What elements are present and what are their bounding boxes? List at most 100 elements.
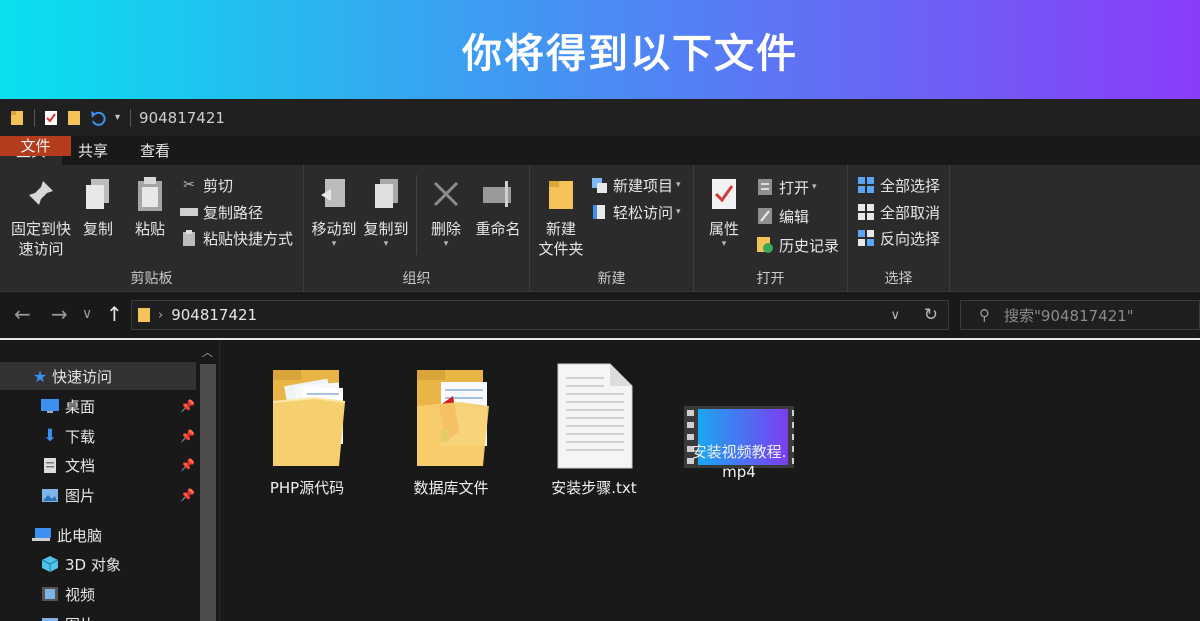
sidebar-item-videos[interactable]: 视频 (0, 580, 95, 608)
video-icon (40, 585, 60, 603)
edit-button[interactable]: 编辑 (756, 205, 809, 227)
sidebar-item-documents[interactable]: 文档 (0, 451, 95, 479)
open-icon (756, 178, 774, 196)
rename-icon (480, 175, 516, 213)
select-none-icon (857, 203, 875, 221)
history-button[interactable]: 历史记录 (756, 234, 839, 256)
new-group: 新建 文件夹 新建项目 ▾ 轻松访问 ▾ 新建 (530, 165, 694, 292)
new-folder-quick-icon[interactable] (67, 110, 81, 126)
customize-toolbar-icon[interactable]: ▾ (115, 112, 120, 123)
dropdown-arrow-icon: ▾ (676, 207, 681, 217)
paste-shortcut-button[interactable]: 粘贴快捷方式 (180, 227, 293, 249)
sidebar-item-pictures[interactable]: 图片 (0, 481, 95, 509)
divider (34, 108, 35, 127)
rename-button[interactable]: 重命名 (472, 175, 524, 239)
ribbon-tabs: 文件 主页 共享 查看 (0, 136, 1200, 165)
organize-group-label: 组织 (402, 271, 431, 287)
sidebar-item-label: 此电脑 (57, 526, 103, 545)
sidebar-item-desktop[interactable]: 桌面 (0, 392, 95, 420)
breadcrumb-chevron-icon: › (158, 307, 164, 323)
select-none-button[interactable]: 全部取消 (857, 201, 940, 223)
tab-share[interactable]: 共享 (62, 136, 124, 165)
pin-icon: 📌 (180, 399, 195, 413)
dropdown-arrow-icon: ▾ (331, 239, 337, 249)
copy-path-button[interactable]: 复制路径 (180, 201, 263, 223)
move-to-button[interactable]: 移动到 ▾ (308, 175, 360, 249)
sidebar-item-label: 下载 (65, 427, 96, 446)
easy-access-button[interactable]: 轻松访问 ▾ (590, 201, 681, 223)
search-field[interactable]: ⚲ 搜索"904817421" (960, 300, 1200, 330)
paste-button[interactable]: 粘贴 (128, 175, 172, 239)
invert-selection-label: 反向选择 (880, 229, 941, 248)
copy-button[interactable]: 复制 (78, 175, 118, 239)
file-item-folder[interactable]: PHP源代码 (242, 358, 372, 498)
open-button[interactable]: 打开 ▾ (756, 176, 817, 198)
sidebar-item-downloads[interactable]: ⬇ 下载 (0, 422, 95, 450)
edit-label: 编辑 (779, 207, 810, 226)
new-folder-button[interactable]: 新建 文件夹 (534, 175, 588, 259)
back-arrow-icon[interactable]: ← (14, 302, 31, 326)
new-folder-icon (543, 175, 579, 213)
forward-arrow-icon[interactable]: → (51, 302, 68, 326)
picture-icon (40, 615, 60, 621)
scrollbar-thumb[interactable] (200, 364, 216, 621)
delete-button[interactable]: 删除 ▾ (424, 175, 468, 249)
pin-icon (23, 175, 59, 213)
file-item-folder[interactable]: 数据库文件 (386, 358, 516, 498)
new-group-label: 新建 (597, 271, 626, 287)
dropdown-arrow-icon: ▾ (812, 182, 817, 192)
select-all-button[interactable]: 全部选择 (857, 174, 940, 196)
address-dropdown-icon[interactable]: ∨ (890, 308, 900, 323)
undo-icon[interactable] (89, 110, 107, 126)
folder-icon (396, 358, 506, 474)
sidebar-item-label: 桌面 (65, 397, 96, 416)
pin-quick-access-button[interactable]: 固定到快 速访问 (6, 175, 76, 259)
open-group: 属性 ▾ 打开 ▾ 编辑 历史记录 打开 (694, 165, 848, 292)
open-label: 打开 (779, 178, 810, 197)
copy-path-label: 复制路径 (203, 203, 264, 222)
refresh-icon[interactable]: ↻ (924, 305, 938, 325)
cut-button[interactable]: ✂ 剪切 (180, 174, 233, 196)
new-item-icon (590, 176, 608, 194)
address-field[interactable]: › 904817421 ∨ ↻ (131, 300, 949, 330)
copy-to-label: 复制到 (363, 220, 409, 238)
sidebar-item-3d-objects[interactable]: 3D 对象 (0, 550, 121, 578)
divider (130, 108, 132, 127)
sidebar-item-pictures-pc[interactable]: 图片 (0, 610, 95, 621)
edit-icon (756, 207, 774, 225)
file-list: PHP源代码 数据库文件 安装步骤.txt 安装视频教程. mp4 (221, 340, 1200, 621)
copy-to-button[interactable]: 复制到 ▾ (360, 175, 412, 249)
picture-icon (40, 486, 60, 504)
paste-label: 粘贴 (134, 220, 165, 238)
properties-button[interactable]: 属性 ▾ (702, 175, 746, 249)
search-placeholder: 搜索"904817421" (1004, 306, 1134, 325)
sidebar-item-label: 视频 (65, 585, 96, 604)
up-arrow-icon[interactable]: ↑ (106, 302, 123, 326)
paste-shortcut-label: 粘贴快捷方式 (203, 229, 294, 248)
sidebar-item-quick-access[interactable]: ★ 快速访问 (0, 362, 196, 390)
star-icon: ★ (32, 366, 48, 386)
file-item-video[interactable]: 安装视频教程. mp4 (674, 358, 804, 482)
pin-icon: 📌 (180, 429, 195, 443)
download-icon: ⬇ (42, 426, 58, 446)
dropdown-arrow-icon: ▾ (676, 180, 681, 190)
scroll-up-icon[interactable]: ︿ (202, 344, 213, 360)
invert-selection-button[interactable]: 反向选择 (857, 227, 940, 249)
sidebar-item-this-pc[interactable]: 此电脑 (0, 521, 102, 549)
tab-file[interactable]: 文件 (0, 136, 71, 156)
divider (416, 175, 417, 255)
new-item-button[interactable]: 新建项目 ▾ (590, 174, 681, 196)
breadcrumb-path[interactable]: 904817421 (171, 306, 257, 324)
properties-quick-icon[interactable] (43, 110, 59, 126)
recent-locations-icon[interactable]: ∨ (82, 306, 92, 322)
new-folder-label: 新建 文件夹 (538, 220, 584, 258)
easy-access-icon (590, 203, 608, 221)
organize-group: 移动到 ▾ 复制到 ▾ 删除 ▾ 重命名 组织 (304, 165, 530, 292)
properties-icon (706, 175, 742, 213)
tab-view[interactable]: 查看 (124, 136, 186, 165)
select-group: 全部选择 全部取消 反向选择 选择 (848, 165, 950, 292)
file-name: PHP源代码 (269, 479, 345, 497)
3d-objects-icon (40, 555, 60, 573)
pin-label: 固定到快 速访问 (10, 220, 71, 258)
file-item-text[interactable]: 安装步骤.txt (529, 358, 659, 498)
